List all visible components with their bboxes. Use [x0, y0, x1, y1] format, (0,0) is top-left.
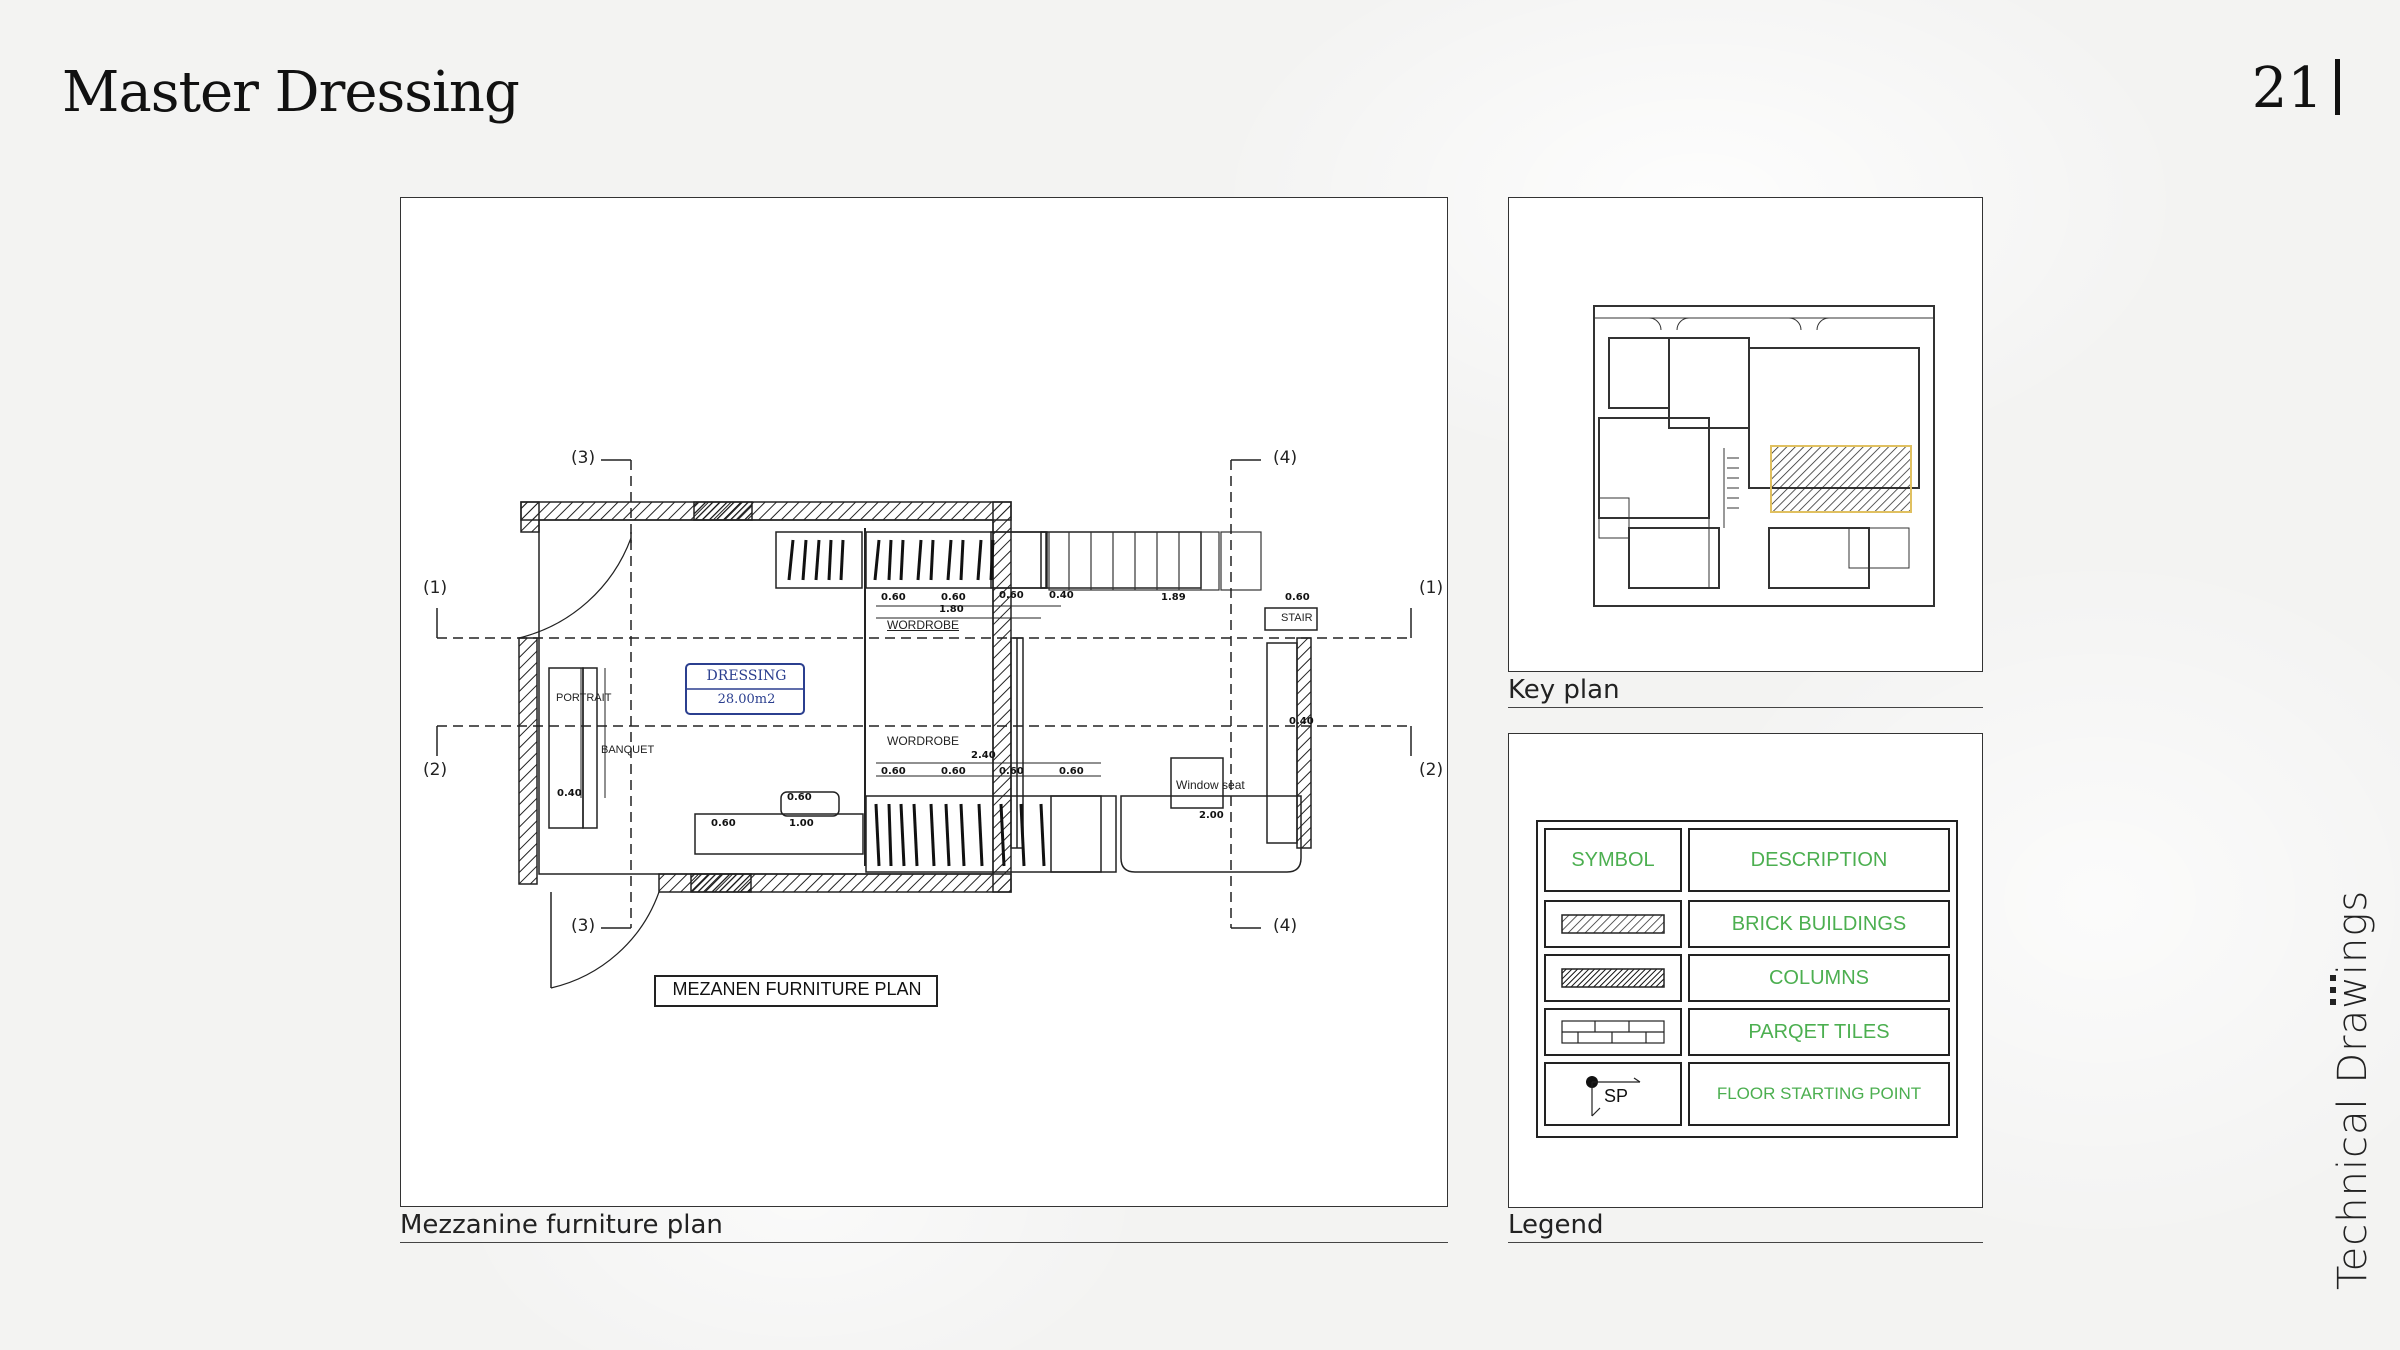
section-marker-2-right: (2) [1419, 760, 1444, 780]
dim-label: 0.60 [999, 766, 1024, 777]
dim-label: 0.60 [1059, 766, 1084, 777]
legend-row: SP FLOOR STARTING POINT [1544, 1062, 1950, 1126]
legend-label-columns: COLUMNS [1688, 954, 1950, 1002]
dim-label: 2.00 [1199, 810, 1224, 821]
dim-label: 1.80 [939, 604, 964, 615]
page-number: 21 [2252, 56, 2340, 121]
legend-table: SYMBOL DESCRIPTION BRICK BUILDINGS COLUM… [1536, 820, 1958, 1138]
legend-row: PARQET TILES [1544, 1008, 1950, 1056]
key-plan-panel [1508, 197, 1983, 672]
legend-row: COLUMNS [1544, 954, 1950, 1002]
dim-label: 0.60 [941, 592, 966, 603]
dim-label: 1.00 [789, 818, 814, 829]
plan-title: MEZANEN FURNITURE PLAN [672, 979, 922, 999]
sp-symbol: SP [1544, 1062, 1682, 1126]
label-portrait: PORTRAIT [556, 692, 612, 704]
page-title: Master Dressing [62, 60, 520, 125]
section-marker-4-bottom: (4) [1273, 916, 1298, 936]
mezzanine-plan-caption: Mezzanine furniture plan [400, 1210, 1448, 1243]
room-area: 28.00m2 [717, 692, 776, 707]
dim-label: 0.60 [999, 590, 1024, 601]
label-stair: STAIR [1281, 612, 1313, 624]
section-marker-2-left: (2) [423, 760, 448, 780]
section-marker-1-left: (1) [423, 578, 448, 598]
label-wordrobe-bottom: WORDROBE [887, 734, 959, 748]
section-marker-3-top: (3) [571, 448, 596, 468]
section-marker-3-bottom: (3) [571, 916, 596, 936]
key-plan-drawing [1593, 305, 1935, 607]
page-number-text: 21 [2251, 56, 2323, 121]
dim-label: 0.40 [1049, 590, 1074, 601]
dim-label: 0.60 [787, 792, 812, 803]
mezzanine-plan-panel: DRESSING 28.00m2 MEZANEN FURNITURE PLAN … [400, 197, 1448, 1207]
section-label: Technical Drawings [2330, 889, 2376, 1290]
dim-label: 0.60 [1285, 592, 1310, 603]
dim-label: 0.60 [711, 818, 736, 829]
section-marker-1-right: (1) [1419, 578, 1444, 598]
dim-label: 0.40 [557, 788, 582, 799]
dim-label: 1.89 [1161, 592, 1186, 603]
page-number-bar [2335, 59, 2340, 115]
legend-label-floor-start: FLOOR STARTING POINT [1688, 1062, 1950, 1126]
section-marker-4-top: (4) [1273, 448, 1298, 468]
sp-text: SP [1604, 1086, 1629, 1106]
legend-header-description: DESCRIPTION [1688, 828, 1950, 892]
room-name: DRESSING [706, 668, 787, 684]
label-wordrobe-top: WORDROBE [887, 618, 959, 632]
legend-caption: Legend [1508, 1210, 1983, 1243]
legend-label-brick: BRICK BUILDINGS [1688, 900, 1950, 948]
dim-label: 0.40 [1289, 716, 1314, 727]
label-window-seat: Window seat [1176, 778, 1245, 792]
dim-label: 2.40 [971, 750, 996, 761]
parquet-symbol [1544, 1008, 1682, 1056]
legend-header-row: SYMBOL DESCRIPTION [1544, 828, 1950, 892]
key-plan-caption: Key plan [1508, 675, 1983, 708]
legend-header-symbol: SYMBOL [1544, 828, 1682, 892]
legend-label-parquet: PARQET TILES [1688, 1008, 1950, 1056]
brick-symbol [1544, 900, 1682, 948]
label-banquet: BANQUET [601, 744, 655, 756]
column-symbol [1544, 954, 1682, 1002]
dim-label: 0.60 [881, 766, 906, 777]
legend-row: BRICK BUILDINGS [1544, 900, 1950, 948]
dim-label: 0.60 [941, 766, 966, 777]
dim-label: 0.60 [881, 592, 906, 603]
